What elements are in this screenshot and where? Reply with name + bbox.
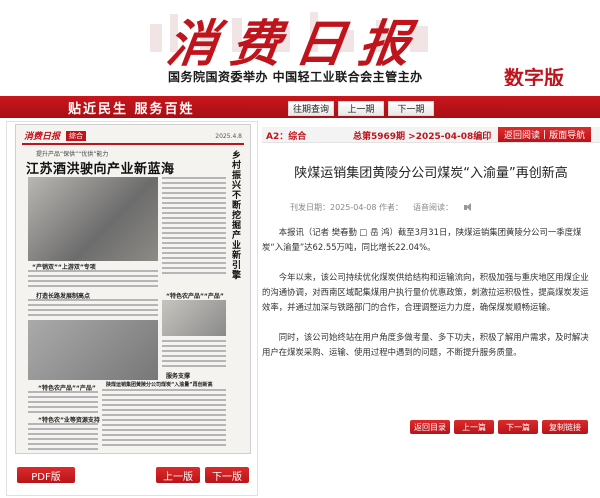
article-header-bar: A2：综合 总第5969期 >2025-04-08编印 返回阅读 | 版面导航 <box>262 127 600 143</box>
thumbnail-lead-headline[interactable]: 江苏酒洪驶向产业新蓝海 <box>26 158 175 177</box>
thumbnail-sub-headline[interactable]: 陕煤运销集团黄陵分公司煤炭“入渝量”再创新高 <box>106 381 226 388</box>
page-root: 消费日报 国务院国资委举办 中国轻工业联合会主管主办 数字版 贴近民生 服务百姓… <box>0 0 600 498</box>
thumbnail-sub-headline[interactable]: “特色农产品”“产品” <box>166 291 224 300</box>
thumbnail-header: 消费日报 综合 2025.4.8 <box>22 129 244 145</box>
page-preview-panel: 消费日报 综合 2025.4.8 提升产品“保供”“优供”能力 江苏酒洪驶向产业… <box>6 121 258 496</box>
thumbnail-section: 综合 <box>66 131 86 141</box>
masthead-sponsor: 国务院国资委举办 中国轻工业联合会主管主办 <box>168 70 423 84</box>
past-issues-button[interactable]: 往期查询 <box>288 101 334 116</box>
next-issue-button[interactable]: 下一期 <box>388 101 434 116</box>
article-paragraph: 同时，该公司始终站在用户角度多做考量、多下功夫，积极了解用户需求，及时解决用户在… <box>262 332 589 357</box>
next-page-button[interactable]: 下一版 <box>205 467 249 483</box>
article-body: 本报讯（记者 樊春勤 □ 岳 鸿）截至3月31日，陕煤运销集团黄陵分公司一季度煤… <box>262 225 594 375</box>
thumbnail-text-block <box>28 391 98 416</box>
article-title: 陕煤运销集团黄陵分公司煤炭“入渝量”再创新高 <box>294 166 568 181</box>
thumbnail-photo <box>28 177 158 261</box>
digital-edition-badge: 数字版 <box>504 66 564 86</box>
thumbnail-sub-headline[interactable]: 服务支撑 <box>166 371 190 380</box>
back-to-contents-button[interactable]: 返回目录 <box>410 420 450 434</box>
thumbnail-sub-headline[interactable]: 打造长路发展制高点 <box>36 291 90 300</box>
layout-nav-button[interactable]: 版面导航 <box>549 128 585 141</box>
article-paragraph: 本报讯（记者 樊春勤 □ 岳 鸿）截至3月31日，陕煤运销集团黄陵分公司一季度煤… <box>262 227 582 252</box>
thumbnail-sub-headline[interactable]: “产销双”“上游双”专项 <box>32 262 96 271</box>
return-reading-button[interactable]: 返回阅读 <box>504 128 540 141</box>
thumbnail-text-block <box>162 340 226 370</box>
thumbnail-text-block <box>162 177 226 277</box>
copy-link-button[interactable]: 复制链接 <box>542 420 588 434</box>
pdf-button[interactable]: PDF版 <box>17 467 75 483</box>
thumbnail-kicker: 提升产品“保供”“优供”能力 <box>36 151 109 158</box>
article-bottom-nav: 返回目录 上一篇 下一篇 复制链接 <box>410 420 588 434</box>
article-paragraph: 今年以来，该公司持续优化煤炭供给结构和运输流向，积极加强与重庆地区用煤企业的沟通… <box>262 272 589 312</box>
nav-slogan: 贴近民生 服务百姓 <box>68 102 195 117</box>
prev-article-button[interactable]: 上一篇 <box>454 420 494 434</box>
masthead: 消费日报 国务院国资委举办 中国轻工业联合会主管主办 数字版 <box>0 0 600 86</box>
thumbnail-text-block <box>28 423 98 453</box>
thumbnail-sub-headline[interactable]: “特色农”业等资源支持 <box>38 415 100 424</box>
thumbnail-text-block <box>28 270 158 290</box>
thumbnail-masthead: 消费日报 <box>24 132 61 142</box>
thumbnail-sub-headline[interactable]: “特色农产品”“产品” <box>38 383 96 392</box>
article-section-label: A2：综合 <box>266 132 307 142</box>
button-separator: | <box>543 129 547 140</box>
issue-nav: 往期查询 上一期 下一期 <box>288 101 434 116</box>
thumbnail-photo <box>162 300 226 336</box>
next-article-button[interactable]: 下一篇 <box>498 420 538 434</box>
thumbnail-date: 2025.4.8 <box>215 133 242 140</box>
thumbnail-photo <box>28 320 158 380</box>
publish-date: 刊发日期：2025-04-08 作者： <box>290 203 404 212</box>
thumbnail-text-block <box>28 299 158 319</box>
thumbnail-vertical-headline[interactable]: 乡村振兴不断挖掘产业新引擎 <box>232 151 246 281</box>
voice-reading-label: 语音阅读： <box>413 203 454 212</box>
speaker-icon[interactable] <box>463 203 473 212</box>
prev-page-button[interactable]: 上一版 <box>156 467 200 483</box>
article-nav-buttons: 返回阅读 | 版面导航 <box>498 127 592 142</box>
masthead-logo: 消费日报 <box>163 14 428 73</box>
thumbnail-text-block <box>102 389 226 449</box>
article-meta: 刊发日期：2025-04-08 作者： 语音阅读： <box>290 202 473 213</box>
page-thumbnail[interactable]: 消费日报 综合 2025.4.8 提升产品“保供”“优供”能力 江苏酒洪驶向产业… <box>15 124 251 454</box>
issue-count: 总第5969期 >2025-04-08编印 <box>353 132 492 142</box>
prev-issue-button[interactable]: 上一期 <box>338 101 384 116</box>
